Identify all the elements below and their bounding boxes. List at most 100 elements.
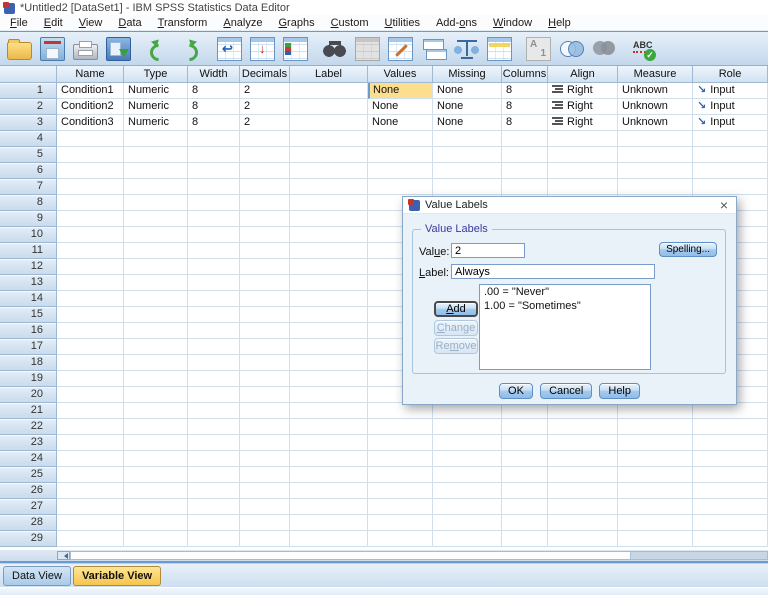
column-header-role[interactable]: Role (693, 66, 768, 83)
row-header[interactable]: 28 (0, 515, 57, 531)
row-header[interactable]: 5 (0, 147, 57, 163)
cell-name[interactable] (57, 163, 124, 179)
cell-decimals[interactable] (240, 467, 290, 483)
cell-values[interactable] (368, 435, 433, 451)
row-header[interactable]: 14 (0, 291, 57, 307)
cell-columns[interactable] (502, 531, 548, 547)
cell-label[interactable] (290, 355, 368, 371)
cell-role[interactable] (693, 131, 768, 147)
cell-width[interactable] (188, 371, 240, 387)
cell-name[interactable] (57, 371, 124, 387)
cell-label[interactable] (290, 451, 368, 467)
row-header[interactable]: 21 (0, 403, 57, 419)
cell-measure[interactable] (618, 179, 693, 195)
cell-missing[interactable] (433, 435, 502, 451)
cell-type[interactable] (124, 243, 188, 259)
cell-columns[interactable]: 8 (502, 115, 548, 131)
cell-missing[interactable] (433, 451, 502, 467)
row-header[interactable]: 19 (0, 371, 57, 387)
cell-align[interactable] (548, 435, 618, 451)
value-labels-button[interactable] (523, 34, 554, 64)
cell-align[interactable] (548, 531, 618, 547)
cell-label[interactable] (290, 419, 368, 435)
cell-role[interactable]: ↘Input (693, 83, 768, 99)
add-button[interactable]: Add (434, 301, 478, 317)
use-variable-sets-button[interactable] (556, 34, 587, 64)
select-cases-button[interactable] (484, 34, 515, 64)
cell-columns[interactable] (502, 483, 548, 499)
cell-name[interactable] (57, 227, 124, 243)
cell-measure[interactable] (618, 403, 693, 419)
cell-label[interactable] (290, 531, 368, 547)
cell-type[interactable] (124, 355, 188, 371)
cell-label[interactable] (290, 195, 368, 211)
cell-label[interactable] (290, 131, 368, 147)
row-header[interactable]: 8 (0, 195, 57, 211)
cell-align[interactable] (548, 451, 618, 467)
cell-label[interactable] (290, 387, 368, 403)
cell-role[interactable] (693, 163, 768, 179)
menu-view[interactable]: View (71, 16, 111, 30)
remove-button[interactable]: Remove (434, 338, 478, 354)
row-header[interactable]: 2 (0, 99, 57, 115)
cell-width[interactable] (188, 419, 240, 435)
cell-name[interactable] (57, 243, 124, 259)
horizontal-scrollbar[interactable] (0, 550, 768, 561)
cell-name[interactable] (57, 131, 124, 147)
cell-columns[interactable] (502, 131, 548, 147)
cell-name[interactable] (57, 259, 124, 275)
cell-type[interactable] (124, 275, 188, 291)
cell-align[interactable]: Right (548, 99, 618, 115)
scrollbar-track[interactable] (70, 551, 768, 560)
cell-align[interactable] (548, 419, 618, 435)
cell-align[interactable] (548, 179, 618, 195)
variables-button[interactable] (280, 34, 311, 64)
cell-align[interactable] (548, 163, 618, 179)
cell-label[interactable] (290, 403, 368, 419)
cell-decimals[interactable] (240, 531, 290, 547)
scroll-left-arrow-icon[interactable] (57, 551, 70, 560)
cell-decimals[interactable] (240, 371, 290, 387)
column-header-corner[interactable] (0, 66, 57, 83)
cell-width[interactable]: 8 (188, 83, 240, 99)
label-input[interactable] (451, 264, 655, 279)
cell-columns[interactable]: 8 (502, 83, 548, 99)
cell-width[interactable] (188, 243, 240, 259)
weight-cases-button[interactable] (451, 34, 482, 64)
cell-name[interactable]: Condition3 (57, 115, 124, 131)
cell-missing[interactable] (433, 515, 502, 531)
cell-label[interactable] (290, 99, 368, 115)
save-button[interactable] (37, 34, 68, 64)
cell-decimals[interactable] (240, 275, 290, 291)
cell-name[interactable] (57, 467, 124, 483)
cell-label[interactable] (290, 339, 368, 355)
row-header[interactable]: 27 (0, 499, 57, 515)
cell-role[interactable]: ↘Input (693, 99, 768, 115)
cell-decimals[interactable] (240, 307, 290, 323)
cell-name[interactable] (57, 515, 124, 531)
cell-type[interactable] (124, 403, 188, 419)
cell-decimals[interactable] (240, 179, 290, 195)
column-header-name[interactable]: Name (57, 66, 124, 83)
column-header-label[interactable]: Label (290, 66, 368, 83)
cell-type[interactable] (124, 291, 188, 307)
cell-measure[interactable] (618, 435, 693, 451)
cell-values[interactable] (368, 483, 433, 499)
cell-decimals[interactable] (240, 243, 290, 259)
cell-measure[interactable]: Unknown (618, 83, 693, 99)
cell-missing[interactable]: None (433, 83, 502, 99)
tab-data-view[interactable]: Data View (3, 566, 71, 586)
row-header[interactable]: 1 (0, 83, 57, 99)
menu-help[interactable]: Help (540, 16, 579, 30)
cell-role[interactable] (693, 147, 768, 163)
cell-measure[interactable]: Unknown (618, 115, 693, 131)
cell-measure[interactable] (618, 163, 693, 179)
column-header-measure[interactable]: Measure (618, 66, 693, 83)
cell-type[interactable] (124, 147, 188, 163)
cell-label[interactable] (290, 323, 368, 339)
cell-type[interactable] (124, 451, 188, 467)
cell-measure[interactable] (618, 499, 693, 515)
cell-type[interactable] (124, 515, 188, 531)
cell-name[interactable] (57, 483, 124, 499)
cell-missing[interactable]: None (433, 99, 502, 115)
